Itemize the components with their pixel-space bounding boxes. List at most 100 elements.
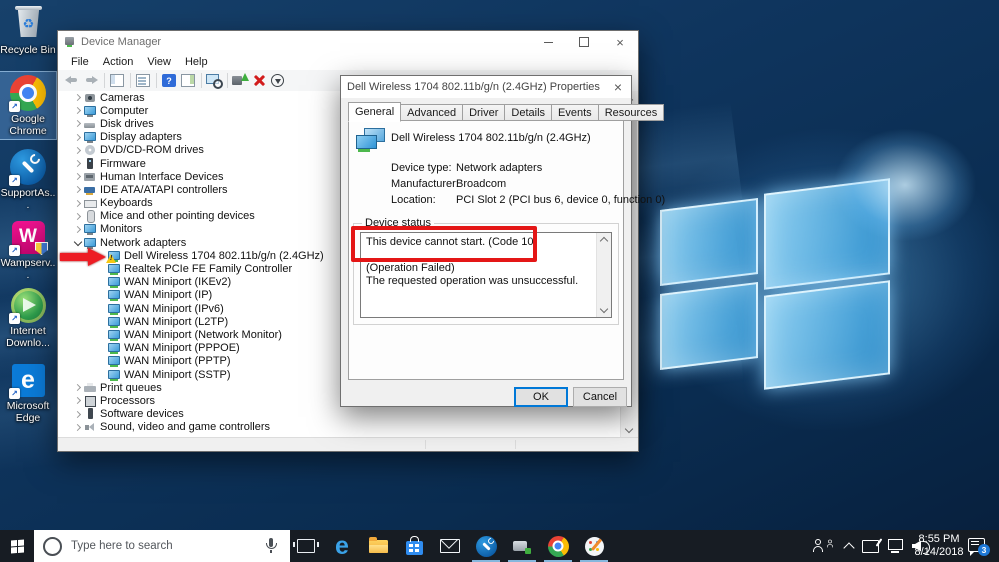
scroll-up-icon[interactable] <box>597 233 610 246</box>
maximize-button[interactable] <box>566 31 602 53</box>
close-button[interactable]: × <box>602 31 638 53</box>
disable-device-icon[interactable] <box>269 72 287 89</box>
scan-hardware-changes-icon[interactable] <box>205 72 223 89</box>
desktop-icon-wampserver[interactable]: W Wampserv... <box>0 216 56 283</box>
taskbar-paint-icon[interactable] <box>576 530 612 562</box>
network-icon[interactable] <box>888 538 903 553</box>
tree-item-software-devices[interactable]: Software devices <box>58 408 621 421</box>
scroll-down-icon[interactable] <box>597 304 610 317</box>
keyboard-icon <box>84 197 97 209</box>
taskbar-task-view-icon[interactable] <box>288 530 324 562</box>
tree-item-label: WAN Miniport (Network Monitor) <box>124 328 282 341</box>
show-console-tree-icon[interactable] <box>108 72 126 89</box>
device-status-textbox[interactable]: This device cannot start. (Code 10) (Oper… <box>360 232 612 318</box>
expander-icon[interactable] <box>73 118 83 129</box>
desktop-icon-microsoft-edge[interactable]: e Microsoft Edge <box>0 359 56 426</box>
tab-events[interactable]: Events <box>552 104 599 121</box>
taskbar-store-icon[interactable] <box>396 530 432 562</box>
minimize-button[interactable] <box>530 31 566 53</box>
help-icon[interactable] <box>160 72 178 89</box>
update-driver-icon[interactable] <box>231 72 249 89</box>
desktop-icon-internet-download-manager[interactable]: Internet Downlo... <box>0 284 56 351</box>
expander-icon[interactable] <box>73 422 83 433</box>
windows-logo-pane <box>660 281 758 371</box>
status-bar <box>58 437 638 451</box>
minimize-icon <box>543 41 553 43</box>
toolbar-separator <box>130 73 131 88</box>
expander-icon[interactable] <box>73 132 83 143</box>
desktop-icon-supportassist[interactable]: SupportAs... <box>0 146 56 213</box>
dialog-titlebar[interactable]: Dell Wireless 1704 802.11b/g/n (2.4GHz) … <box>341 76 631 98</box>
forward-icon[interactable] <box>82 72 100 89</box>
shortcut-arrow-icon <box>9 388 20 399</box>
expander-icon[interactable] <box>73 409 83 420</box>
windows-start-icon <box>10 539 24 553</box>
people-icon[interactable] <box>812 539 824 553</box>
tab-general[interactable]: General <box>348 102 402 122</box>
taskbar-clock[interactable]: 8:55 PM 8/14/2018 <box>912 533 966 559</box>
dialog-tabs: General Advanced Driver Details Events Resour… <box>348 102 665 122</box>
expander-icon[interactable] <box>73 382 83 393</box>
taskbar-mail-icon[interactable] <box>432 530 468 562</box>
menu-help[interactable]: Help <box>178 55 215 69</box>
uninstall-device-icon[interactable] <box>250 72 268 89</box>
tree-item-label: WAN Miniport (SSTP) <box>124 368 231 381</box>
taskbar-device-manager-icon[interactable] <box>504 530 540 562</box>
shortcut-arrow-icon <box>9 245 20 256</box>
expander-icon[interactable] <box>73 105 83 116</box>
desktop-icon-google-chrome[interactable]: Google Chrome <box>0 71 57 140</box>
expander-icon[interactable] <box>73 92 83 103</box>
menu-file[interactable]: File <box>64 55 96 69</box>
tab-advanced[interactable]: Advanced <box>401 104 464 121</box>
expander-icon[interactable] <box>73 184 83 195</box>
toolbar-separator <box>201 73 202 88</box>
tree-item-label: Monitors <box>100 223 143 236</box>
microphone-icon[interactable] <box>263 537 278 555</box>
taskbar-file-explorer-icon[interactable] <box>360 530 396 562</box>
status-scrollbar[interactable] <box>596 233 611 317</box>
netadapter-icon <box>108 276 121 289</box>
tree-item-label: WAN Miniport (L2TP) <box>124 315 229 328</box>
windows-logo-pane <box>764 178 890 290</box>
menu-action[interactable]: Action <box>96 55 141 69</box>
camera-icon <box>84 92 97 104</box>
device-status-label: Device status <box>362 217 435 229</box>
taskbar-supportassist-icon[interactable] <box>468 530 504 562</box>
taskbar-edge-icon[interactable]: e <box>324 530 360 562</box>
taskbar-chrome-icon[interactable] <box>540 530 576 562</box>
field-manufacturer: Manufacturer: Broadcom <box>391 178 506 190</box>
taskbar-search[interactable]: Type here to search <box>34 530 290 562</box>
tab-driver[interactable]: Driver <box>463 104 506 121</box>
action-pane-icon[interactable] <box>179 72 197 89</box>
expander-icon[interactable] <box>73 171 83 182</box>
clock-date: 8/14/2018 <box>914 546 964 558</box>
field-value: PCI Slot 2 (PCI bus 6, device 0, functio… <box>456 194 666 206</box>
tree-item-label: WAN Miniport (IKEv2) <box>124 276 232 289</box>
tablet-pen-icon[interactable] <box>862 539 879 553</box>
tab-details[interactable]: Details <box>505 104 553 121</box>
cancel-button[interactable]: Cancel <box>573 387 627 407</box>
expander-icon[interactable] <box>73 145 83 156</box>
expander-icon[interactable] <box>73 211 83 222</box>
properties-icon[interactable] <box>134 72 152 89</box>
device-manager-titlebar[interactable]: Device Manager × <box>58 31 638 53</box>
tree-item-label: Human Interface Devices <box>100 170 224 183</box>
windows-logo-pane <box>660 197 758 287</box>
tree-item-sound-video-and-game-controllers[interactable]: Sound, video and game controllers <box>58 421 621 434</box>
status-line: This device cannot start. (Code 10) <box>366 236 538 248</box>
dialog-close-icon[interactable]: × <box>614 79 622 95</box>
ok-button[interactable]: OK <box>514 387 568 407</box>
menu-view[interactable]: View <box>140 55 178 69</box>
scroll-down-icon[interactable] <box>621 423 637 438</box>
expander-icon[interactable] <box>73 395 83 406</box>
tab-resources[interactable]: Resources <box>598 104 665 121</box>
hidden-icons-chevron-icon[interactable] <box>843 542 855 554</box>
desktop-icon-recycle-bin[interactable]: Recycle Bin <box>0 3 56 59</box>
expander-icon[interactable] <box>73 158 83 169</box>
expander-icon[interactable] <box>73 237 83 248</box>
desktop-icon-label: SupportAs... <box>0 187 56 211</box>
start-button[interactable] <box>0 530 34 562</box>
expander-icon[interactable] <box>73 224 83 235</box>
back-icon[interactable] <box>63 72 81 89</box>
expander-icon[interactable] <box>73 198 83 209</box>
